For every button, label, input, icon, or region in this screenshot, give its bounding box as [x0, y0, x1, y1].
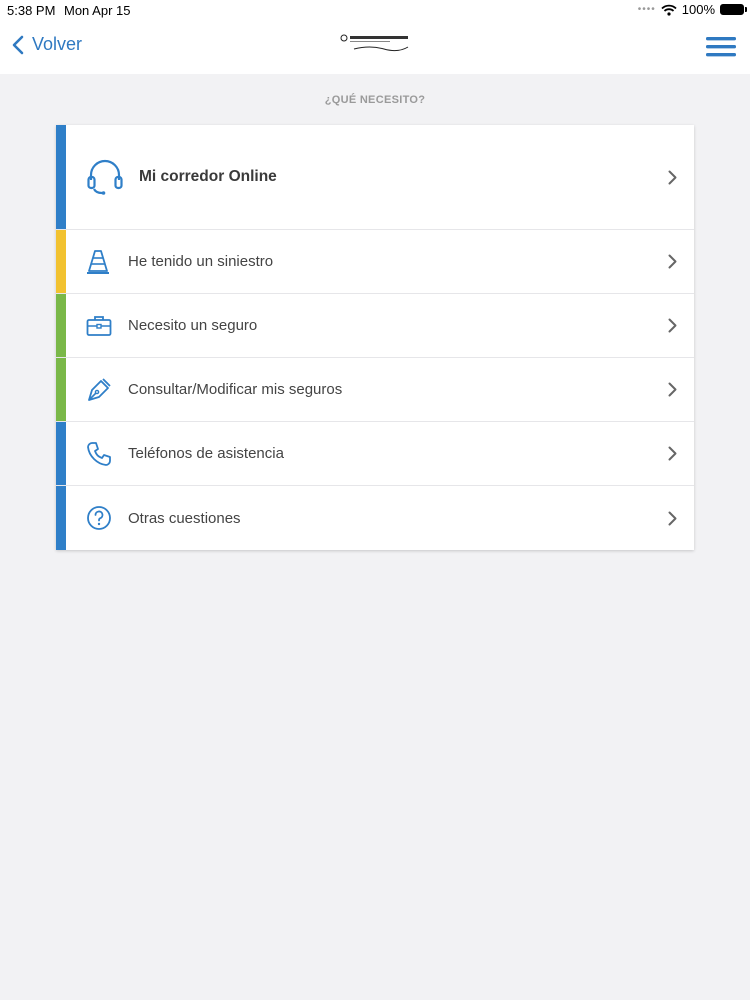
color-strip [56, 358, 66, 421]
menu-item-siniestro[interactable]: He tenido un siniestro [56, 230, 694, 294]
hamburger-menu-button[interactable] [706, 36, 736, 63]
menu-item-label: Consultar/Modificar mis seguros [128, 381, 343, 398]
chevron-right-icon [668, 511, 677, 525]
question-circle-icon [86, 505, 112, 531]
menu-item-label: He tenido un siniestro [128, 253, 274, 270]
navigation-bar: Volver [0, 22, 750, 74]
status-time: 5:38 PM [7, 3, 56, 18]
chevron-right-icon [668, 254, 677, 269]
battery-percent: 100% [681, 2, 715, 17]
status-bar: 5:38 PM Mon Apr 15 •••• 100% [0, 0, 750, 22]
color-strip [56, 422, 66, 485]
menu-card: Mi corredor Online He tenido un siniestr… [56, 125, 694, 550]
menu-item-label: Teléfonos de asistencia [128, 445, 284, 462]
hamburger-icon [706, 37, 736, 57]
chevron-right-icon [668, 446, 677, 461]
menu-item-mi-corredor-online[interactable]: Mi corredor Online [56, 125, 694, 230]
menu-item-label: Mi corredor Online [139, 168, 277, 185]
menu-item-telefonos-asistencia[interactable]: Teléfonos de asistencia [56, 422, 694, 486]
traffic-cone-icon [86, 249, 110, 275]
chevron-left-icon [12, 35, 24, 54]
chevron-right-icon [668, 170, 677, 184]
menu-item-label: Otras cuestiones [128, 509, 241, 527]
chevron-right-icon [668, 382, 677, 397]
chevron-right-icon [668, 318, 677, 333]
color-strip [56, 294, 66, 357]
menu-item-label: Necesito un seguro [128, 317, 258, 334]
menu-item-otras-cuestiones[interactable]: Otras cuestiones [56, 486, 694, 550]
menu-item-necesito-seguro[interactable]: Necesito un seguro [56, 294, 694, 358]
brand-logo [340, 34, 409, 52]
pen-icon [86, 377, 112, 403]
color-strip [56, 125, 66, 229]
battery-icon [720, 4, 747, 15]
menu-item-consultar-modificar[interactable]: Consultar/Modificar mis seguros [56, 358, 694, 422]
color-strip [56, 230, 66, 293]
back-label: Volver [32, 34, 83, 54]
status-date: Mon Apr 15 [64, 3, 131, 18]
headset-icon [86, 158, 124, 196]
color-strip [56, 486, 66, 550]
briefcase-icon [86, 315, 112, 337]
back-button[interactable]: Volver [12, 34, 82, 55]
phone-icon [86, 441, 112, 467]
section-title: ¿QUÉ NECESITO? [324, 94, 426, 106]
wifi-icon [661, 4, 677, 16]
signal-dots-icon: •••• [637, 4, 656, 15]
status-indicators: •••• 100% [637, 2, 747, 17]
